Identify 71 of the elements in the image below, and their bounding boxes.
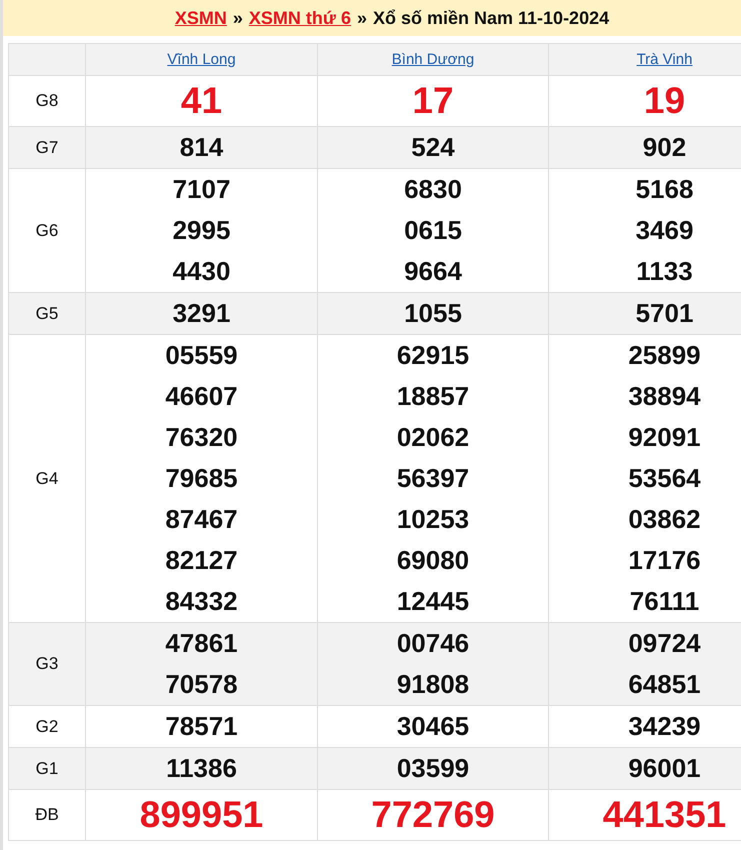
lottery-number: 11386 bbox=[165, 752, 238, 785]
lottery-number: 62915 bbox=[396, 339, 470, 372]
lottery-number: 84332 bbox=[164, 585, 239, 618]
prize-label: G8 bbox=[36, 91, 58, 110]
lottery-number: 25899 bbox=[627, 339, 702, 372]
prize-label: G5 bbox=[36, 304, 58, 322]
lottery-number: 5168 bbox=[634, 173, 694, 206]
lottery-number: 441351 bbox=[602, 793, 728, 837]
lottery-number: 64851 bbox=[627, 668, 702, 701]
prize-label: G2 bbox=[36, 716, 58, 736]
lottery-number: 524 bbox=[410, 131, 456, 164]
lottery-number: 0615 bbox=[403, 214, 463, 247]
lottery-number: 00746 bbox=[396, 627, 470, 660]
breadcrumb-link[interactable]: XSMN thứ 6 bbox=[248, 8, 351, 28]
prize-label: G7 bbox=[36, 138, 58, 156]
lottery-number: 2995 bbox=[172, 214, 232, 247]
lottery-number: 02062 bbox=[396, 421, 470, 454]
lottery-number: 17176 bbox=[627, 544, 702, 577]
lottery-number: 41 bbox=[180, 79, 224, 123]
lottery-number: 09724 bbox=[627, 627, 702, 660]
lottery-number: 82127 bbox=[164, 544, 239, 577]
lottery-number: 78571 bbox=[164, 710, 239, 743]
lottery-number: 18857 bbox=[396, 380, 470, 413]
lottery-number: 12445 bbox=[396, 585, 470, 618]
prize-label: G4 bbox=[36, 468, 58, 488]
page-title: Xổ số miền Nam 11-10-2024 bbox=[372, 8, 610, 28]
lottery-number: 3469 bbox=[634, 214, 694, 247]
lottery-number: 03862 bbox=[627, 503, 702, 536]
lottery-number: 3291 bbox=[172, 297, 232, 330]
lottery-number: 05559 bbox=[164, 339, 239, 372]
lottery-number: 47861 bbox=[164, 627, 239, 660]
lottery-number: 38894 bbox=[627, 380, 702, 413]
province-link[interactable]: Vĩnh Long bbox=[167, 51, 236, 68]
lottery-number: 79685 bbox=[164, 462, 239, 495]
lottery-number: 30465 bbox=[396, 710, 470, 743]
lottery-number: 1133 bbox=[635, 255, 694, 288]
province-link[interactable]: Trà Vinh bbox=[636, 51, 692, 68]
prize-label: G1 bbox=[36, 758, 58, 778]
breadcrumb-link[interactable]: XSMN bbox=[174, 8, 227, 28]
prize-label: ĐB bbox=[35, 805, 59, 824]
lottery-number: 69080 bbox=[396, 544, 470, 577]
lottery-number: 03599 bbox=[396, 752, 470, 785]
lottery-number: 46607 bbox=[164, 380, 239, 413]
lottery-number: 10253 bbox=[396, 503, 470, 536]
breadcrumb-separator: » bbox=[356, 8, 367, 28]
lottery-number: 56397 bbox=[396, 462, 470, 495]
province-link[interactable]: Bình Dương bbox=[392, 51, 474, 68]
lottery-number: 6830 bbox=[403, 173, 463, 206]
lottery-number: 92091 bbox=[627, 421, 702, 454]
lottery-number: 1055 bbox=[403, 297, 463, 330]
lottery-number: 17 bbox=[411, 79, 455, 123]
prize-label: G3 bbox=[36, 654, 58, 673]
lottery-number: 7107 bbox=[172, 173, 232, 206]
lottery-number: 5701 bbox=[634, 297, 694, 330]
lottery-number: 899951 bbox=[138, 793, 264, 837]
lottery-number: 53564 bbox=[627, 462, 702, 495]
lottery-number: 76320 bbox=[164, 421, 239, 454]
lottery-number: 772769 bbox=[370, 793, 496, 837]
breadcrumb-separator: » bbox=[232, 8, 243, 28]
lottery-number: 34239 bbox=[627, 710, 702, 743]
lottery-number: 70578 bbox=[164, 668, 239, 701]
lottery-number: 4430 bbox=[172, 255, 232, 288]
lottery-number: 96001 bbox=[627, 752, 702, 785]
lottery-number: 9664 bbox=[403, 255, 463, 288]
lottery-number: 76111 bbox=[628, 585, 700, 618]
lottery-number: 91808 bbox=[396, 668, 470, 701]
lottery-number: 814 bbox=[178, 131, 224, 164]
lottery-number: 902 bbox=[642, 131, 688, 164]
prize-label: G6 bbox=[36, 220, 58, 240]
lottery-number: 19 bbox=[642, 79, 686, 123]
lottery-number: 87467 bbox=[164, 503, 239, 536]
